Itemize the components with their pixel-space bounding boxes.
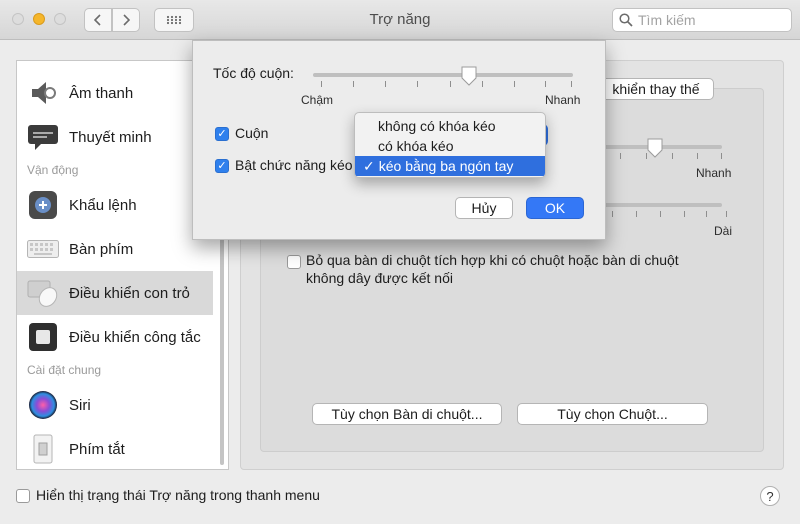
sidebar-item-label: Âm thanh	[69, 84, 134, 102]
sidebar-item-label: Điều khiển công tắc	[69, 328, 201, 346]
scroll-speed-label: Tốc độ cuộn:	[213, 65, 294, 81]
slider-tick	[660, 211, 661, 217]
slider-tick	[514, 81, 515, 87]
sidebar-item-label: Khẩu lệnh	[69, 196, 137, 214]
checkmark-icon: ✓	[363, 158, 375, 174]
speech-bubble-icon	[27, 121, 59, 153]
cancel-button[interactable]: Hủy	[455, 197, 513, 219]
voice-control-icon	[27, 189, 59, 221]
sidebar-item-pointer-control[interactable]: Điều khiển con trỏ	[17, 271, 213, 315]
scroll-fast-label: Nhanh	[545, 93, 581, 107]
trackpad-options-button[interactable]: Tùy chọn Bàn di chuột...	[312, 403, 502, 425]
slider-tick	[353, 81, 354, 87]
enable-drag-checkbox[interactable]: ✓	[215, 159, 229, 173]
slider-tick	[706, 211, 707, 217]
enable-drag-label: Bật chức năng kéo	[235, 157, 353, 173]
shortcut-switch-icon	[27, 433, 59, 465]
ignore-trackpad-label-line1: Bỏ qua bàn di chuột tích hợp khi có chuộ…	[306, 252, 679, 268]
sidebar-item-keyboard[interactable]: Bàn phím	[17, 227, 213, 271]
scroll-speed-track[interactable]	[313, 73, 573, 77]
spring-delay-track[interactable]	[604, 203, 722, 207]
sidebar-item-captions[interactable]: Thuyết minh	[17, 115, 213, 159]
speaker-icon	[27, 77, 59, 109]
slider-tick	[417, 81, 418, 87]
section-header-general: Cài đặt chung	[27, 363, 102, 377]
sidebar-item-switch-control[interactable]: Điều khiển công tắc	[17, 315, 213, 359]
checkmark-icon: ✓	[217, 127, 227, 140]
slider-tick	[721, 153, 722, 159]
checkmark-icon: ✓	[217, 159, 227, 172]
slider-tick	[482, 81, 483, 87]
slider-tick	[672, 153, 673, 159]
slider-tick	[697, 153, 698, 159]
search-field[interactable]: Tìm kiếm	[612, 8, 792, 32]
sidebar-item-siri[interactable]: Siri	[17, 383, 213, 427]
drag-style-menu: không có khóa kéo có khóa kéo ✓ kéo bằng …	[354, 112, 546, 178]
scroll-checkbox-label: Cuộn	[235, 125, 269, 141]
search-placeholder: Tìm kiếm	[638, 12, 696, 28]
sidebar-item-voice-control[interactable]: Khẩu lệnh	[17, 183, 213, 227]
slider-tick	[545, 81, 546, 87]
scroll-slow-label: Chậm	[301, 93, 334, 107]
slider-tick	[684, 211, 685, 217]
delay-long-label: Dài	[714, 224, 733, 238]
slider-tick	[636, 211, 637, 217]
sidebar-item-shortcuts[interactable]: Phím tắt	[17, 427, 213, 469]
ignore-trackpad-label-line2: không dây được kết nối	[306, 270, 453, 286]
sidebar-item-label: Bàn phím	[69, 240, 134, 258]
slider-tick	[612, 211, 613, 217]
speed-fast-label: Nhanh	[696, 166, 732, 180]
scroll-checkbox[interactable]: ✓	[215, 127, 229, 141]
keyboard-icon	[27, 233, 59, 265]
slider-tick	[321, 81, 322, 87]
slider-tick	[571, 81, 572, 87]
show-status-label: Hiển thị trạng thái Trợ năng trong thanh…	[36, 487, 320, 503]
title-bar: Trợ năng Tìm kiếm	[0, 0, 800, 40]
sidebar-item-label: Phím tắt	[69, 440, 125, 458]
switch-control-icon	[27, 321, 59, 353]
menu-item-no-drag-lock[interactable]: không có khóa kéo	[355, 116, 545, 136]
ignore-trackpad-checkbox[interactable]	[287, 255, 301, 269]
sidebar-item-label: Siri	[69, 396, 91, 414]
double-click-speed-thumb[interactable]	[646, 138, 664, 158]
menu-item-drag-lock[interactable]: có khóa kéo	[355, 136, 545, 156]
mouse-options-button[interactable]: Tùy chọn Chuột...	[517, 403, 708, 425]
menu-item-three-finger-drag[interactable]: ✓ kéo bằng ba ngón tay	[355, 156, 545, 176]
sidebar-item-audio[interactable]: Âm thanh	[17, 71, 213, 115]
slider-tick	[450, 81, 451, 87]
slider-tick	[620, 153, 621, 159]
sidebar-item-label: Thuyết minh	[69, 128, 152, 146]
siri-icon	[27, 389, 59, 421]
menu-item-label: kéo bằng ba ngón tay	[378, 158, 514, 174]
ok-button[interactable]: OK	[526, 197, 584, 219]
search-icon	[619, 13, 633, 27]
slider-tick	[726, 211, 727, 217]
alternate-control-button[interactable]: khiển thay thế	[598, 78, 714, 100]
mouse-trackpad-icon	[27, 277, 59, 309]
show-status-checkbox[interactable]	[16, 489, 30, 503]
section-header-motor: Vận động	[27, 163, 79, 177]
scroll-speed-thumb[interactable]	[460, 66, 478, 86]
help-button[interactable]: ?	[760, 486, 780, 506]
sidebar-item-label: Điều khiển con trỏ	[69, 284, 190, 302]
slider-tick	[385, 81, 386, 87]
